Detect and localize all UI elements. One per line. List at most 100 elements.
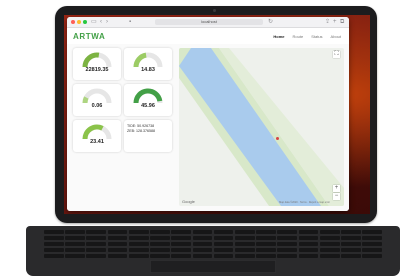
keyboard-key[interactable] — [277, 247, 298, 253]
tabs-overview-icon[interactable]: ⧉ — [340, 18, 344, 26]
add-tab-icon[interactable]: + — [333, 18, 337, 26]
keyboard-key[interactable] — [171, 247, 192, 253]
keyboard-key[interactable] — [341, 253, 361, 258]
keyboard-key[interactable] — [362, 230, 382, 235]
keyboard-key[interactable] — [65, 241, 85, 247]
keyboard-key[interactable] — [107, 241, 128, 247]
keyboard-key[interactable] — [234, 241, 255, 247]
keyboard-key[interactable] — [234, 230, 255, 235]
zoom-out-button[interactable]: − — [333, 193, 340, 200]
keyboard-key[interactable] — [128, 235, 149, 241]
keyboard-key[interactable] — [128, 247, 149, 253]
keyboard-key[interactable] — [44, 241, 64, 247]
keyboard-key[interactable] — [44, 253, 64, 258]
keyboard-key[interactable] — [150, 247, 170, 253]
keyboard-key[interactable] — [192, 230, 213, 235]
nav-status[interactable]: Status — [311, 34, 322, 39]
keyboard-key[interactable] — [256, 247, 276, 253]
keyboard-key[interactable] — [277, 230, 298, 235]
keyboard-key[interactable] — [65, 253, 85, 258]
keyboard-key[interactable] — [319, 247, 340, 253]
keyboard-key[interactable] — [319, 253, 340, 258]
keyboard-key[interactable] — [107, 247, 128, 253]
app-logo[interactable]: ARTWA — [73, 32, 105, 41]
keyboard-key[interactable] — [213, 241, 234, 247]
keyboard-key[interactable] — [65, 235, 85, 241]
keyboard-key[interactable] — [150, 230, 170, 235]
keyboard-key[interactable] — [192, 241, 213, 247]
keyboard-key[interactable] — [86, 241, 107, 247]
keyboard-key[interactable] — [192, 253, 213, 258]
keyboard-key[interactable] — [234, 235, 255, 241]
keyboard-key[interactable] — [341, 230, 361, 235]
keyboard-key[interactable] — [298, 241, 319, 247]
keyboard-key[interactable] — [298, 230, 319, 235]
keyboard-key[interactable] — [298, 253, 319, 258]
keyboard-key[interactable] — [65, 230, 85, 235]
share-icon[interactable]: ⇪ — [325, 18, 330, 26]
keyboard-key[interactable] — [86, 230, 107, 235]
keyboard-key[interactable] — [128, 253, 149, 258]
trackpad[interactable] — [150, 260, 276, 273]
close-window-button[interactable] — [71, 20, 75, 24]
nav-about[interactable]: About — [331, 34, 341, 39]
back-icon[interactable]: ‹ — [100, 18, 102, 26]
keyboard-key[interactable] — [86, 247, 107, 253]
keyboard-key[interactable] — [171, 253, 192, 258]
keyboard-key[interactable] — [44, 230, 64, 235]
keyboard-key[interactable] — [192, 235, 213, 241]
shield-icon[interactable]: ▪ — [129, 18, 131, 26]
keyboard-key[interactable] — [44, 247, 64, 253]
keyboard-key[interactable] — [171, 230, 192, 235]
keyboard-key[interactable] — [150, 253, 170, 258]
location-marker-icon[interactable] — [276, 137, 279, 140]
keyboard-key[interactable] — [298, 235, 319, 241]
keyboard-key[interactable] — [277, 235, 298, 241]
keyboard-key[interactable] — [213, 247, 234, 253]
keyboard-key[interactable] — [128, 230, 149, 235]
map-view[interactable]: ⛶ + − Google Map data ©2020 · Terms · Re… — [179, 48, 344, 206]
keyboard-key[interactable] — [362, 235, 382, 241]
keyboard-key[interactable] — [213, 253, 234, 258]
keyboard-key[interactable] — [128, 241, 149, 247]
nav-home[interactable]: Home — [273, 34, 284, 39]
nav-route[interactable]: Route — [293, 34, 304, 39]
keyboard-key[interactable] — [150, 241, 170, 247]
keyboard-key[interactable] — [65, 247, 85, 253]
address-bar[interactable]: localhost — [155, 19, 263, 25]
keyboard-key[interactable] — [171, 235, 192, 241]
keyboard-key[interactable] — [107, 253, 128, 258]
keyboard-key[interactable] — [256, 230, 276, 235]
keyboard-key[interactable] — [44, 235, 64, 241]
keyboard-key[interactable] — [192, 247, 213, 253]
keyboard-key[interactable] — [362, 253, 382, 258]
keyboard-key[interactable] — [256, 241, 276, 247]
keyboard-key[interactable] — [150, 235, 170, 241]
keyboard-key[interactable] — [319, 235, 340, 241]
keyboard-key[interactable] — [107, 230, 128, 235]
zoom-in-button[interactable]: + — [333, 185, 340, 192]
keyboard-key[interactable] — [86, 253, 107, 258]
minimize-window-button[interactable] — [77, 20, 81, 24]
keyboard-key[interactable] — [213, 230, 234, 235]
keyboard-key[interactable] — [234, 247, 255, 253]
keyboard-key[interactable] — [341, 235, 361, 241]
keyboard-key[interactable] — [213, 235, 234, 241]
keyboard-key[interactable] — [341, 247, 361, 253]
map-attribution[interactable]: Map data ©2020 · Terms · Report a map er… — [279, 201, 330, 204]
reload-icon[interactable]: ↻ — [268, 18, 273, 26]
keyboard-key[interactable] — [362, 247, 382, 253]
fullscreen-button[interactable]: ⛶ — [333, 51, 340, 58]
keyboard-key[interactable] — [107, 235, 128, 241]
keyboard-key[interactable] — [362, 241, 382, 247]
sidebar-icon[interactable]: ▭ — [91, 18, 97, 26]
keyboard-key[interactable] — [171, 241, 192, 247]
keyboard-key[interactable] — [256, 253, 276, 258]
keyboard-key[interactable] — [277, 253, 298, 258]
keyboard-key[interactable] — [256, 235, 276, 241]
maximize-window-button[interactable] — [83, 20, 87, 24]
keyboard-key[interactable] — [341, 241, 361, 247]
keyboard-key[interactable] — [234, 253, 255, 258]
keyboard-key[interactable] — [277, 241, 298, 247]
keyboard-key[interactable] — [86, 235, 107, 241]
